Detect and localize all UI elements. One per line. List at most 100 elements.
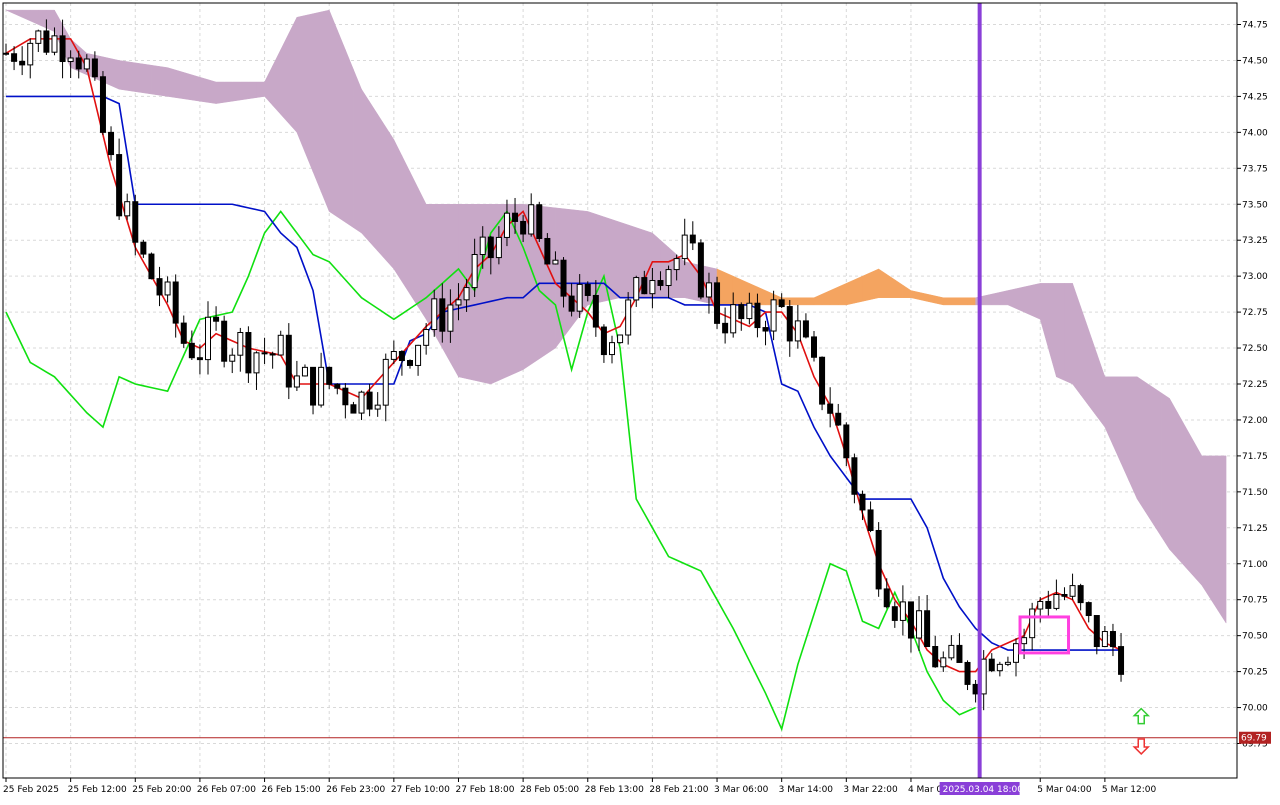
candle-body xyxy=(714,282,721,324)
cloud-segment xyxy=(151,64,160,96)
candle-body xyxy=(689,234,696,244)
time-tick-label: 28 Feb 05:00 xyxy=(520,785,579,795)
time-tick-label: 3 Mar 22:00 xyxy=(843,785,898,795)
candle-body xyxy=(722,322,729,334)
candle-body xyxy=(528,204,535,235)
price-tick-label: 70.00 xyxy=(1242,704,1268,714)
candle-body xyxy=(899,601,906,621)
cloud-segment xyxy=(878,268,887,298)
candle-body xyxy=(1118,646,1125,675)
cloud-segment xyxy=(409,171,419,308)
time-tick-label: 5 Mar 04:00 xyxy=(1037,785,1092,795)
candle-body xyxy=(358,391,365,414)
cloud-segment xyxy=(183,72,193,101)
candle-body xyxy=(1053,594,1060,609)
candle-body xyxy=(59,35,66,63)
candle-body xyxy=(11,53,18,62)
cloud-segment xyxy=(126,61,136,92)
candle-body xyxy=(665,269,672,286)
cloud-segment xyxy=(1128,376,1138,500)
candle-body xyxy=(746,302,753,320)
candle-body xyxy=(423,329,430,346)
candle-body xyxy=(1037,600,1044,610)
candle-body xyxy=(132,201,139,243)
time-axis[interactable]: 25 Feb 2025 25 Feb 12:00 25 Feb 20:00 26 Fe… xyxy=(3,778,1157,795)
candle-body xyxy=(503,212,510,238)
cloud-segment xyxy=(1177,411,1186,568)
candle-body xyxy=(342,387,349,406)
candle-body xyxy=(705,282,712,298)
candle-body xyxy=(584,283,591,296)
price-tick-label: 73.25 xyxy=(1242,236,1268,246)
price-chart[interactable]: 74.75 74.50 74.25 74.00 73.75 73.50 73.25 73.00… xyxy=(0,0,1280,800)
candle-body xyxy=(148,253,155,280)
price-tick-label: 74.25 xyxy=(1242,92,1268,102)
candle-body xyxy=(196,357,203,361)
candle-body xyxy=(390,351,397,360)
price-tick-label: 71.00 xyxy=(1242,560,1268,570)
candle-body xyxy=(851,457,858,495)
candle-body xyxy=(907,601,914,639)
cloud-segment xyxy=(256,81,265,98)
cloud-segment xyxy=(1015,286,1025,313)
cloud-segment xyxy=(805,297,815,306)
cloud-segment xyxy=(854,275,863,304)
candle-body xyxy=(811,336,817,358)
candle-body xyxy=(730,304,737,334)
cloud-segment xyxy=(199,76,209,103)
cloud-segment xyxy=(337,29,346,223)
candle-body xyxy=(237,332,244,356)
cloud-segment xyxy=(401,155,411,295)
candle-body xyxy=(293,375,300,388)
cloud-segment xyxy=(393,139,403,283)
candle-body xyxy=(673,258,680,271)
cloud-segment xyxy=(175,69,185,100)
price-tick-label: 71.50 xyxy=(1242,488,1268,498)
cloud-segment xyxy=(248,81,257,100)
cloud-segment xyxy=(369,100,378,252)
candle-body xyxy=(188,342,195,359)
price-axis[interactable]: 74.75 74.50 74.25 74.00 73.75 73.50 73.25 73.00… xyxy=(1237,21,1271,750)
cloud-segment xyxy=(223,81,233,103)
cloud-segment xyxy=(1056,283,1065,381)
chart-canvas[interactable]: 74.75 74.50 74.25 74.00 73.75 73.50 73.25 73.00… xyxy=(0,0,1280,800)
cloud-segment xyxy=(304,13,314,172)
cloud-segment xyxy=(943,297,952,306)
time-tick-label: 28 Feb 21:00 xyxy=(649,785,708,795)
candle-body xyxy=(75,57,82,70)
cloud-segment xyxy=(870,268,879,300)
cloud-segment xyxy=(846,279,855,306)
candle-body xyxy=(229,354,236,362)
cloud-segment xyxy=(951,297,960,306)
time-tick-label: 26 Feb 23:00 xyxy=(326,785,385,795)
cloud-segment xyxy=(191,74,201,102)
time-marker-label: 2025.03.04 18:00 xyxy=(943,785,1024,795)
candle-body xyxy=(568,295,575,312)
cloud-segment xyxy=(741,279,750,306)
price-tick-label: 70.50 xyxy=(1242,632,1268,642)
cloud-segment xyxy=(167,67,176,98)
cloud-segment xyxy=(910,290,920,300)
candle-body xyxy=(867,509,874,531)
candle-body xyxy=(1013,643,1019,663)
candle-body xyxy=(681,234,688,260)
cloud-segment xyxy=(1136,376,1146,513)
time-tick-label: 25 Feb 2025 xyxy=(3,785,59,795)
candle-body xyxy=(83,58,90,70)
time-tick-label: 5 Mar 12:00 xyxy=(1102,785,1157,795)
cloud-segment xyxy=(1217,455,1227,624)
plot-background xyxy=(3,3,1237,778)
candle-body xyxy=(996,663,1003,672)
candle-body xyxy=(762,327,769,332)
candle-body xyxy=(512,212,519,222)
price-tick-label: 74.50 xyxy=(1242,56,1268,66)
candle-body xyxy=(1029,608,1036,639)
candle-body xyxy=(366,391,373,410)
candle-body xyxy=(310,366,317,406)
candle-body xyxy=(382,358,389,406)
time-tick-label: 26 Feb 15:00 xyxy=(262,785,321,795)
candle-body xyxy=(455,299,462,306)
candle-body xyxy=(221,320,228,362)
cloud-segment xyxy=(999,290,1009,306)
candle-body xyxy=(447,304,454,332)
